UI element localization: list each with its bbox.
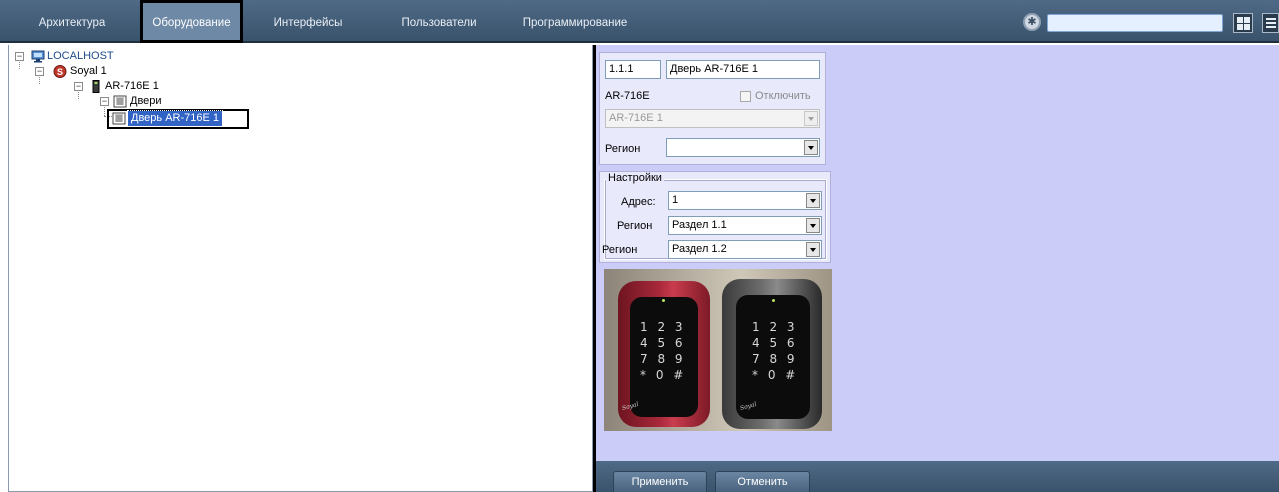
settings-group-title: Настройки — [606, 172, 664, 184]
region-label: Регион — [605, 143, 641, 155]
tree-node-soyal[interactable]: − S Soyal 1 — [9, 64, 209, 79]
device-photo: 1 2 3 4 5 6 7 8 9 * 0 # Soyal 1 2 3 4 5 … — [604, 269, 832, 431]
computer-icon — [31, 50, 45, 63]
chevron-down-icon[interactable] — [804, 111, 818, 126]
top-tab-bar: Архитектура Оборудование Интерфейсы Поль… — [0, 0, 1279, 43]
status-led — [772, 299, 775, 302]
settings-card: Настройки Адрес: 1 Регион Раздел 1.1 Рег… — [599, 171, 831, 263]
key-row: 4 5 6 — [752, 336, 798, 350]
key-row: 7 8 9 — [752, 352, 798, 366]
controller-device-icon — [92, 80, 100, 93]
black-reader: 1 2 3 4 5 6 7 8 9 * 0 # Soyal — [722, 279, 822, 429]
grid-view-icon[interactable] — [1233, 13, 1253, 33]
disable-checkbox[interactable] — [740, 91, 751, 102]
object-card: 1.1.1 Дверь AR-716E 1 AR-716E Отключить … — [599, 52, 826, 165]
address-select-value: 1 — [672, 194, 679, 206]
chevron-down-icon[interactable] — [804, 140, 818, 155]
collapse-icon[interactable]: − — [35, 67, 44, 76]
door-icon — [112, 112, 126, 125]
tab-interfaces[interactable]: Интерфейсы — [253, 0, 363, 43]
keypad-keys: 1 2 3 4 5 6 7 8 9 * 0 # — [640, 319, 686, 383]
key-row: * 0 # — [640, 368, 687, 382]
tree-node-label: Двери — [130, 95, 162, 107]
key-row: 7 8 9 — [640, 352, 686, 366]
address-select[interactable]: 1 — [668, 191, 822, 210]
apply-button[interactable]: Применить — [613, 471, 707, 492]
svg-text:S: S — [57, 67, 63, 77]
key-row: 1 2 3 — [640, 320, 686, 334]
key-row: * 0 # — [752, 368, 799, 382]
tab-architecture[interactable]: Архитектура — [10, 0, 134, 43]
bottom-button-bar: Применить Отменить — [596, 461, 1279, 492]
object-name-field[interactable]: Дверь AR-716E 1 — [666, 60, 820, 79]
tree-node-label: Дверь AR-716E 1 — [127, 110, 223, 127]
status-led — [662, 299, 665, 302]
region2-label: Регион — [602, 244, 638, 256]
region1-label: Регион — [617, 220, 653, 232]
region-select[interactable] — [666, 138, 820, 157]
doors-group-icon — [113, 95, 127, 108]
gear-icon[interactable]: ✱ — [1023, 13, 1041, 31]
device-select[interactable]: AR-716E 1 — [605, 109, 820, 128]
collapse-icon[interactable]: − — [100, 97, 109, 106]
chevron-down-icon[interactable] — [806, 218, 820, 233]
object-tree: − LOCALHOST − S Soyal 1 − AR-716E 1 − Дв — [8, 45, 593, 492]
menu-icon[interactable] — [1262, 13, 1279, 33]
search-input[interactable] — [1047, 14, 1223, 32]
region2-select-value: Раздел 1.2 — [672, 243, 727, 255]
collapse-icon[interactable]: − — [15, 52, 24, 61]
region2-select[interactable]: Раздел 1.2 — [668, 240, 822, 259]
cancel-button[interactable]: Отменить — [715, 471, 810, 492]
tree-node-door-selected[interactable]: Дверь AR-716E 1 — [9, 110, 249, 127]
tree-node-label: Soyal 1 — [70, 65, 107, 77]
tree-node-label: LOCALHOST — [47, 50, 114, 62]
tab-users[interactable]: Пользователи — [383, 0, 495, 43]
address-label: Адрес: — [621, 196, 656, 208]
chevron-down-icon[interactable] — [806, 193, 820, 208]
region1-select-value: Раздел 1.1 — [672, 219, 727, 231]
tree-node-doors[interactable]: − Двери — [9, 94, 209, 109]
chevron-down-icon[interactable] — [806, 242, 820, 257]
disable-label: Отключить — [755, 90, 811, 102]
tree-node-localhost[interactable]: − LOCALHOST — [9, 49, 209, 64]
keypad-keys: 1 2 3 4 5 6 7 8 9 * 0 # — [752, 319, 798, 383]
key-row: 4 5 6 — [640, 336, 686, 350]
device-type-label: AR-716E — [605, 90, 650, 102]
key-row: 1 2 3 — [752, 320, 798, 334]
tab-programming[interactable]: Программирование — [512, 0, 638, 43]
tree-node-ar716e[interactable]: − AR-716E 1 — [9, 79, 209, 94]
region1-select[interactable]: Раздел 1.1 — [668, 216, 822, 235]
red-reader: 1 2 3 4 5 6 7 8 9 * 0 # Soyal — [618, 281, 710, 427]
tree-node-label: AR-716E 1 — [105, 80, 159, 92]
collapse-icon[interactable]: − — [74, 82, 83, 91]
device-select-value: AR-716E 1 — [609, 112, 663, 124]
tab-equipment[interactable]: Оборудование — [140, 0, 243, 43]
soyal-controller-icon: S — [53, 65, 67, 78]
object-id-field[interactable]: 1.1.1 — [605, 60, 661, 79]
